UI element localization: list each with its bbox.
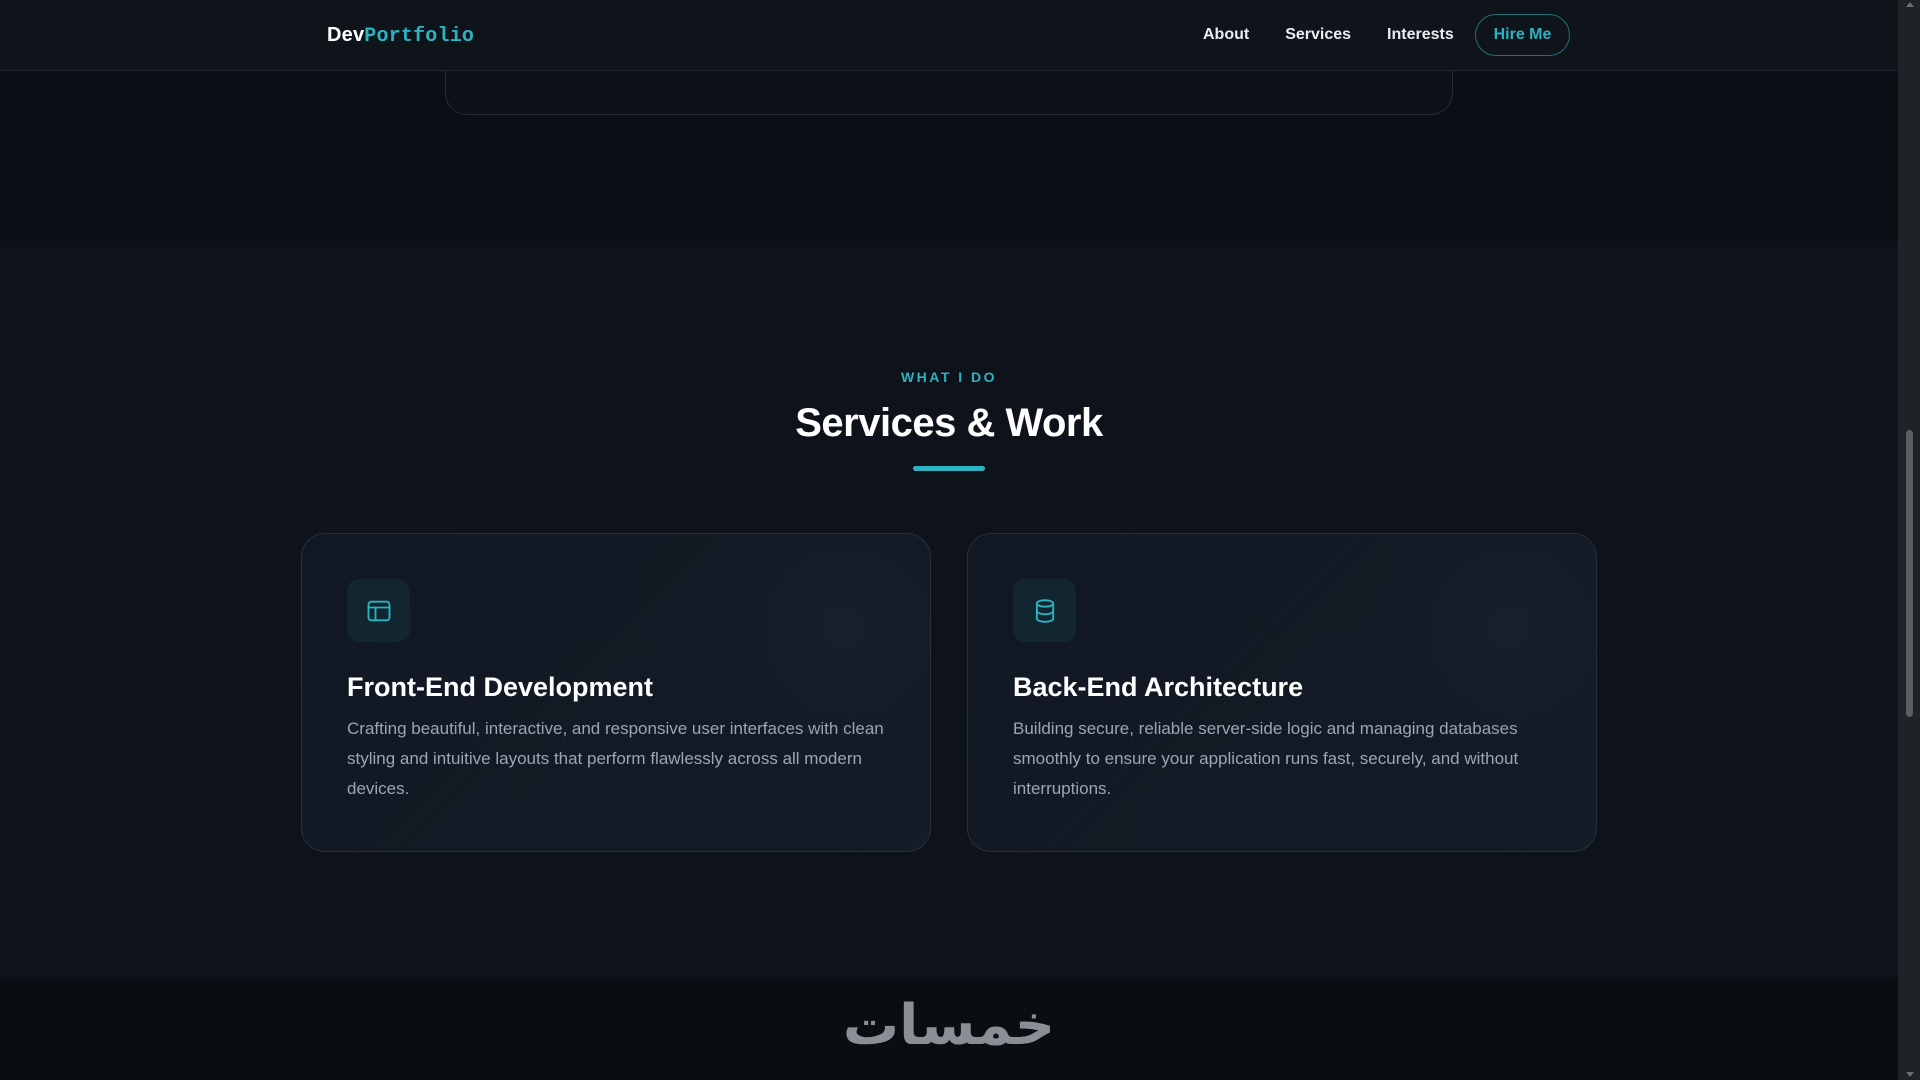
- browser-window-icon: [347, 579, 410, 642]
- nav-link-services[interactable]: Services: [1285, 26, 1351, 44]
- services-section: WHAT I DO Services & Work Front-End Deve…: [0, 241, 1898, 979]
- scroll-up-arrow-icon[interactable]: [1906, 2, 1914, 7]
- logo-suffix: Portfolio: [364, 25, 475, 48]
- title-underline: [913, 466, 985, 471]
- service-card-frontend: Front-End Development Crafting beautiful…: [301, 533, 931, 852]
- service-card-title: Front-End Development: [347, 672, 654, 702]
- previous-section-card: [445, 71, 1453, 115]
- service-card-description: Crafting beautiful, interactive, and res…: [347, 719, 884, 798]
- footer-watermark-logo: خمسات: [842, 993, 1056, 1058]
- service-card-description: Building secure, reliable server-side lo…: [1013, 719, 1519, 798]
- scroll-down-arrow-icon[interactable]: [1906, 1072, 1914, 1077]
- nav-links: About Services Interests: [1203, 26, 1454, 44]
- service-card-title: Back-End Architecture: [1013, 672, 1304, 702]
- page: DevPortfolio About Services Interests Hi…: [0, 0, 1920, 1080]
- section-title: Services & Work: [795, 401, 1103, 445]
- nav-link-interests[interactable]: Interests: [1387, 26, 1454, 44]
- nav-link-about[interactable]: About: [1203, 26, 1249, 44]
- logo-prefix: Dev: [327, 24, 365, 46]
- section-eyebrow: WHAT I DO: [900, 369, 998, 385]
- footer: خمسات: [0, 979, 1898, 1080]
- navbar: DevPortfolio About Services Interests Hi…: [0, 0, 1898, 71]
- hire-me-button[interactable]: Hire Me: [1475, 14, 1570, 56]
- service-card-backend: Back-End Architecture Building secure, r…: [967, 533, 1597, 852]
- site-logo[interactable]: DevPortfolio: [327, 24, 474, 48]
- scrollbar-thumb[interactable]: [1906, 430, 1913, 717]
- database-icon: [1013, 579, 1076, 642]
